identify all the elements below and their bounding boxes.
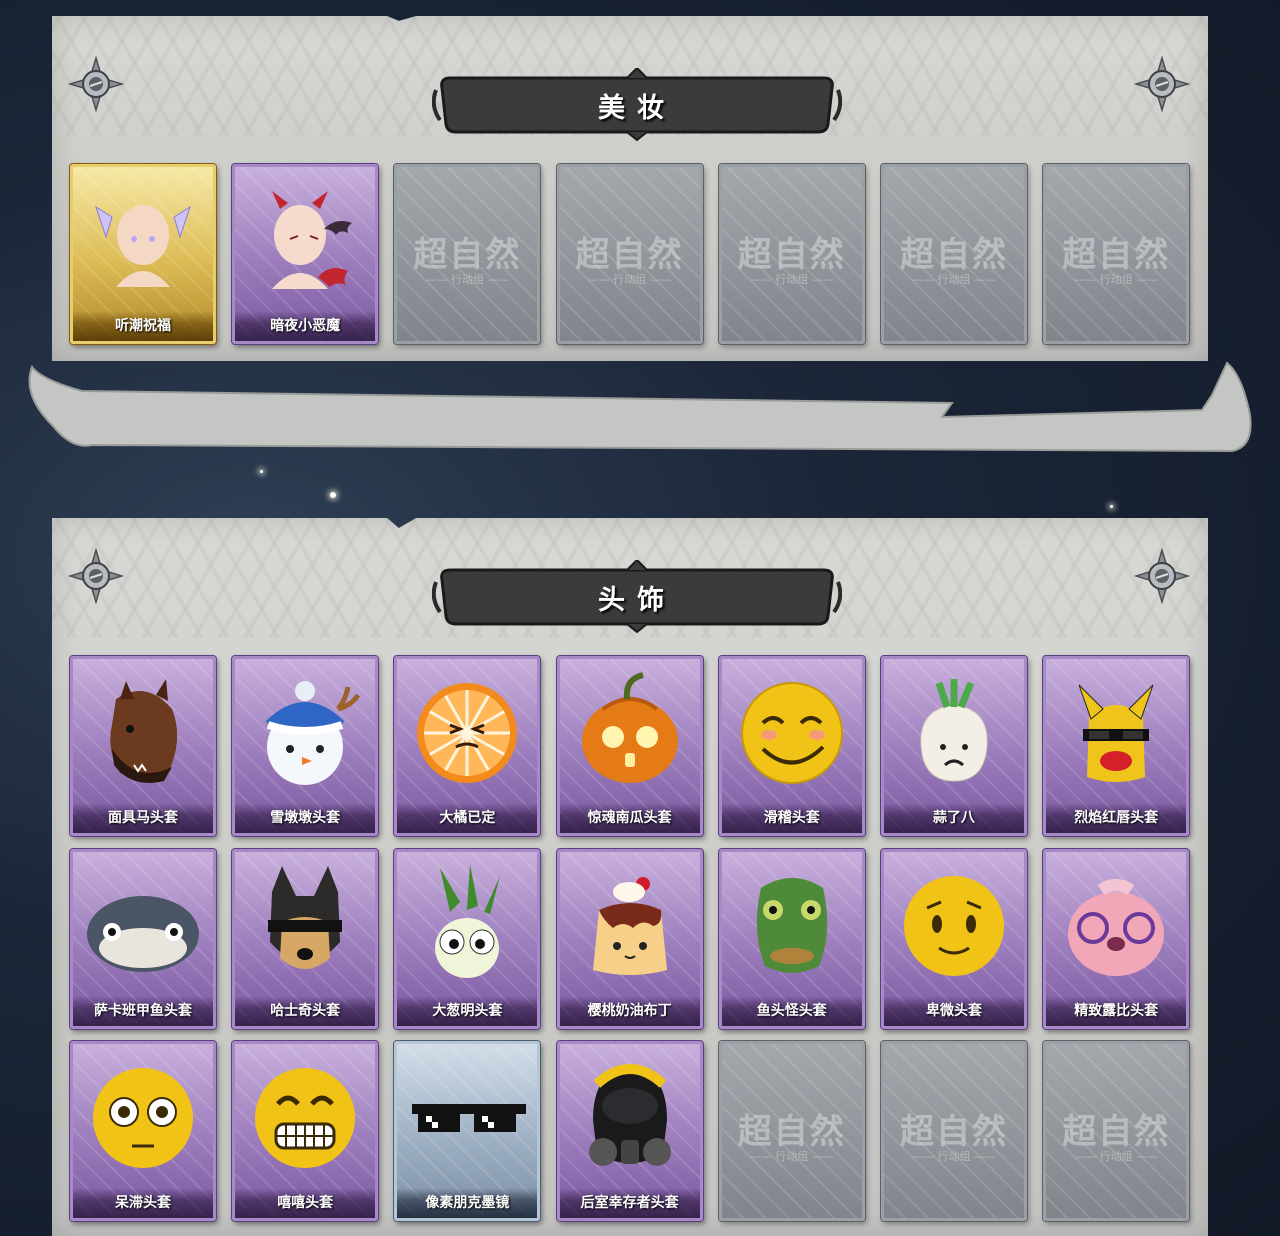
- item-card[interactable]: 大橘已定: [394, 656, 541, 836]
- corner-ornament-icon: [1134, 548, 1190, 604]
- item-name: 大橘已定: [397, 803, 538, 833]
- item-card[interactable]: 精致露比头套: [1043, 848, 1190, 1029]
- item-card[interactable]: 滑稽头套: [718, 656, 865, 836]
- fish-head-icon: [87, 895, 199, 972]
- background-star: [1110, 505, 1113, 508]
- watermark-logo: 超自然: [575, 235, 684, 275]
- scroll-shelf-icon: [28, 361, 1252, 453]
- watermark-logo: 超自然: [737, 235, 846, 275]
- item-card[interactable]: 像素朋克墨镜: [394, 1041, 541, 1221]
- corner-ornament-icon: [68, 548, 124, 604]
- watermark-subtitle: —— 行动组 ——: [912, 1150, 996, 1163]
- dazed-face-icon: [93, 1068, 193, 1168]
- item-card[interactable]: 萨卡班甲鱼头套: [70, 848, 216, 1029]
- section-title: 美妆: [598, 93, 676, 124]
- item-card[interactable]: 面具马头套: [70, 656, 216, 836]
- watermark-subtitle: —— 行动组 ——: [587, 273, 672, 286]
- watermark-logo: 超自然: [900, 1112, 1008, 1152]
- item-name: 哈士奇头套: [235, 995, 376, 1026]
- watermark-logo: 超自然: [1062, 235, 1171, 275]
- item-name: 呆滞头套: [73, 1188, 213, 1218]
- item-name: 嘻嘻头套: [235, 1188, 376, 1218]
- watermark-logo: 超自然: [413, 235, 522, 275]
- item-name: 樱桃奶油布丁: [559, 995, 700, 1026]
- item-card[interactable]: 烈焰红唇头套: [1043, 656, 1190, 836]
- blessing-bust-icon: [95, 205, 191, 287]
- smirk-face-icon: [740, 682, 843, 784]
- item-name: 卑微头套: [884, 995, 1024, 1026]
- item-name: 雪墩墩头套: [235, 803, 376, 833]
- empty-slot[interactable]: 超自然 —— 行动组 ——: [718, 1041, 865, 1221]
- garlic-head-icon: [920, 679, 988, 782]
- item-card[interactable]: 后室幸存者头套: [556, 1041, 703, 1221]
- loopy-beaver-icon: [1068, 878, 1165, 976]
- watermark-logo: 超自然: [1062, 1112, 1171, 1152]
- item-card[interactable]: 呆滞头套: [70, 1041, 216, 1221]
- empty-slot[interactable]: 超自然 —— 行动组 ——: [394, 164, 541, 344]
- item-card[interactable]: 雪墩墩头套: [232, 656, 379, 836]
- empty-slot[interactable]: 超自然 —— 行动组 ——: [881, 1041, 1027, 1221]
- item-name: 暗夜小恶魔: [235, 311, 376, 341]
- empty-slot[interactable]: 超自然 —— 行动组 ——: [718, 164, 865, 344]
- item-card[interactable]: 哈士奇头套: [232, 848, 379, 1029]
- item-card[interactable]: 暗夜小恶魔: [232, 164, 379, 344]
- item-name: 蒜了八: [884, 803, 1024, 833]
- item-card[interactable]: 听潮祝福: [70, 164, 216, 344]
- empty-slot[interactable]: 超自然 —— 行动组 ——: [556, 164, 703, 344]
- item-name: 面具马头套: [73, 803, 213, 833]
- empty-slot[interactable]: 超自然 —— 行动组 ——: [881, 164, 1027, 344]
- watermark-subtitle: —— 行动组 ——: [1074, 273, 1159, 286]
- item-name: 烈焰红唇头套: [1046, 803, 1187, 833]
- pixel-sunglasses-icon: [412, 1104, 527, 1132]
- horse-mask-icon: [110, 679, 178, 783]
- background-star: [260, 470, 263, 473]
- item-name: 滑稽头套: [721, 803, 862, 833]
- empty-slot[interactable]: 超自然 —— 行动组 ——: [1043, 164, 1190, 344]
- watermark-subtitle: —— 行动组 ——: [1074, 1150, 1159, 1163]
- item-card[interactable]: 鱼头怪头套: [718, 848, 865, 1029]
- item-card[interactable]: 卑微头套: [881, 848, 1027, 1029]
- item-name: 精致露比头套: [1046, 995, 1187, 1026]
- headwear-panel: 头饰 面具马头套 雪墩墩头套 大橘已定 惊魂南瓜头套 滑稽头套 蒜了八 烈焰红唇…: [52, 518, 1208, 1236]
- fish-monster-icon: [756, 877, 827, 973]
- item-name: 听潮祝福: [73, 311, 213, 341]
- item-name: 鱼头怪头套: [721, 995, 862, 1026]
- section-banner: 头饰: [431, 558, 843, 634]
- gas-mask-helmet-icon: [588, 1064, 671, 1166]
- watermark-subtitle: —— 行动组 ——: [749, 1150, 834, 1163]
- devil-bust-icon: [272, 191, 353, 289]
- watermark-subtitle: —— 行动组 ——: [912, 273, 996, 286]
- item-name: 萨卡班甲鱼头套: [73, 995, 213, 1026]
- item-card[interactable]: 惊魂南瓜头套: [556, 656, 703, 836]
- watermark-subtitle: —— 行动组 ——: [425, 273, 510, 286]
- empty-slot[interactable]: 超自然 —— 行动组 ——: [1043, 1041, 1190, 1221]
- snowman-head-icon: [266, 681, 361, 785]
- pumpkin-head-icon: [581, 672, 678, 783]
- grin-face-icon: [255, 1068, 356, 1168]
- watermark-logo: 超自然: [900, 235, 1008, 275]
- item-name: 惊魂南瓜头套: [559, 803, 700, 833]
- pikachu-mask-icon: [1078, 684, 1154, 782]
- section-banner: 美妆: [431, 66, 843, 142]
- section-title: 头饰: [598, 585, 676, 616]
- corner-ornament-icon: [68, 56, 124, 112]
- watermark-logo: 超自然: [737, 1112, 846, 1152]
- item-name: 像素朋克墨镜: [397, 1188, 538, 1218]
- makeup-panel: 美妆 听潮祝福 暗夜小恶魔 超自然 —— 行动组 —— 超自然 —— 行动组 —— 超自然…: [52, 16, 1208, 361]
- item-card[interactable]: 大葱明头套: [394, 848, 541, 1029]
- orange-slice-icon: [417, 683, 518, 783]
- background-star: [330, 492, 336, 498]
- watermark-subtitle: —— 行动组 ——: [749, 273, 834, 286]
- scallion-head-icon: [435, 863, 501, 978]
- pudding-icon: [592, 876, 667, 975]
- item-card[interactable]: 蒜了八: [881, 656, 1027, 836]
- humble-face-icon: [904, 875, 1004, 976]
- item-card[interactable]: 嘻嘻头套: [232, 1041, 379, 1221]
- item-name: 后室幸存者头套: [559, 1188, 700, 1218]
- corner-ornament-icon: [1134, 56, 1190, 112]
- husky-head-icon: [268, 865, 343, 969]
- item-name: 大葱明头套: [397, 995, 538, 1026]
- item-card[interactable]: 樱桃奶油布丁: [556, 848, 703, 1029]
